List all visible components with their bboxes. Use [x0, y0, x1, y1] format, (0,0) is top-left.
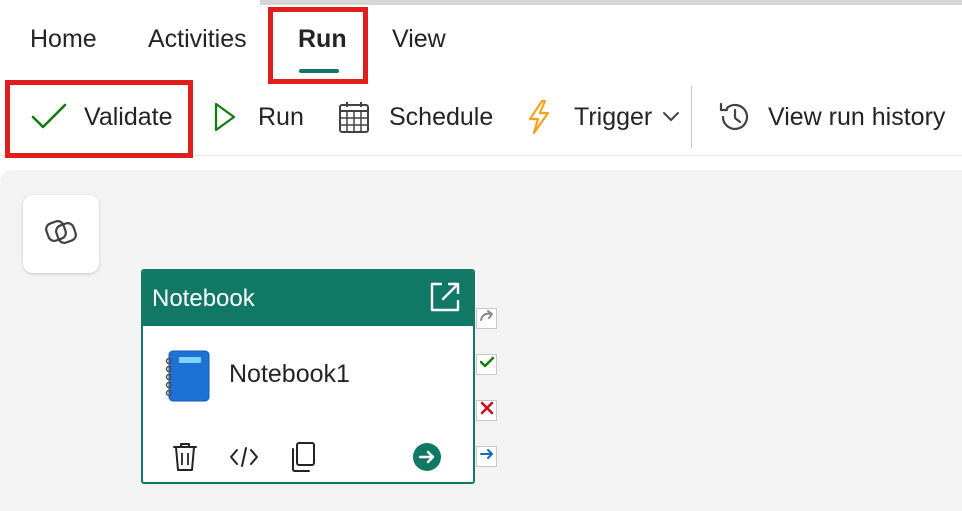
skip-arrow-icon — [479, 309, 495, 328]
checkmark-icon — [479, 355, 495, 374]
chevron-down-icon — [662, 111, 680, 123]
toolbar-divider — [691, 86, 692, 148]
tab-activities[interactable]: Activities — [148, 25, 247, 54]
on-failure-port[interactable] — [476, 400, 497, 421]
schedule-button[interactable]: Schedule — [338, 78, 493, 156]
activity-type-label: Notebook — [152, 285, 255, 312]
view-run-history-label: View run history — [768, 102, 946, 131]
on-completion-port[interactable] — [476, 446, 497, 467]
ribbon-tab-bar: Home Activities Run View — [0, 8, 962, 78]
arrow-right-circle-icon[interactable] — [411, 441, 443, 473]
calendar-icon — [338, 100, 370, 134]
x-icon — [480, 401, 494, 420]
arrow-right-icon — [479, 447, 495, 466]
view-run-history-button[interactable]: View run history — [717, 78, 945, 156]
trigger-label: Trigger — [574, 102, 653, 131]
active-tab-indicator — [299, 69, 339, 73]
on-skip-port[interactable] — [476, 308, 497, 329]
trigger-button[interactable]: Trigger — [526, 78, 680, 156]
run-button[interactable]: Run — [212, 78, 304, 156]
trash-icon[interactable] — [171, 441, 199, 473]
validate-label: Validate — [84, 102, 173, 131]
activity-name: Notebook1 — [229, 360, 350, 388]
copy-icon[interactable] — [289, 441, 317, 473]
on-success-port[interactable] — [476, 354, 497, 375]
activity-header: Notebook — [143, 271, 473, 326]
tab-run[interactable]: Run — [298, 25, 347, 54]
play-icon — [212, 101, 238, 133]
open-external-icon[interactable] — [427, 279, 463, 315]
copilot-button[interactable] — [23, 195, 99, 273]
copilot-icon — [44, 215, 78, 254]
notebook-activity[interactable]: Notebook Notebook1 — [141, 269, 475, 484]
run-label: Run — [258, 102, 304, 131]
checkmark-icon — [30, 102, 68, 132]
validate-button[interactable]: Validate — [30, 78, 173, 156]
schedule-label: Schedule — [389, 102, 494, 131]
notebook-icon — [163, 349, 211, 408]
lightning-icon — [526, 99, 552, 135]
code-icon[interactable] — [229, 441, 259, 473]
tab-view[interactable]: View — [392, 25, 446, 54]
top-strip — [0, 0, 962, 8]
history-icon — [717, 99, 753, 135]
tab-home[interactable]: Home — [30, 25, 97, 54]
run-toolbar: Validate Run Schedule Trigger View run h… — [0, 78, 962, 156]
